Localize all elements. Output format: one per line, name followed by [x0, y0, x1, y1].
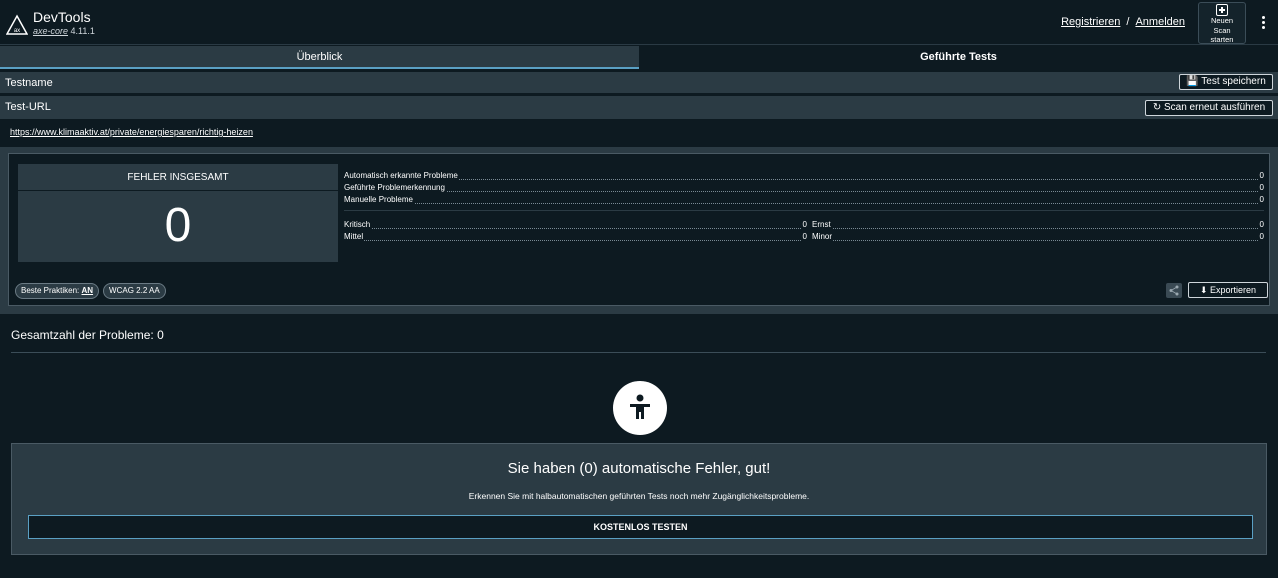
stat-value: 0	[1257, 170, 1264, 182]
filter-chips: Beste Praktiken: AN WCAG 2.2 AA	[15, 282, 170, 299]
test-name-label: Testname	[5, 77, 53, 89]
stat-row-critical-serious: Kritisch 0 Ernst 0	[344, 219, 1264, 231]
add-icon	[1216, 4, 1228, 16]
try-free-button[interactable]: KOSTENLOS TESTEN	[28, 515, 1253, 539]
axe-logo-icon: ax	[6, 14, 28, 35]
serious-value: 0	[1257, 219, 1264, 231]
save-test-label: Test speichern	[1201, 76, 1266, 87]
export-button[interactable]: ⬇ Exportieren	[1188, 282, 1268, 298]
new-scan-label-1: Neuen	[1210, 16, 1234, 25]
critical-label: Kritisch	[344, 219, 372, 231]
stat-value: 0	[1257, 182, 1264, 194]
test-url-row: Test-URL ↻ Scan erneut ausführen	[0, 96, 1278, 119]
version-number: 4.11.1	[70, 26, 95, 36]
app-title: DevTools	[33, 9, 91, 25]
more-options-icon[interactable]	[1262, 16, 1266, 30]
refresh-icon: ↻	[1152, 102, 1162, 113]
new-scan-label-3: starten	[1210, 35, 1234, 44]
tab-overview[interactable]: Überblick	[0, 46, 639, 69]
wcag-chip[interactable]: WCAG 2.2 AA	[103, 283, 166, 299]
serious-label: Ernst	[812, 219, 832, 231]
save-test-button[interactable]: 💾 Test speichern	[1179, 74, 1273, 90]
login-link[interactable]: Anmelden	[1135, 16, 1185, 28]
rescan-label: Scan erneut ausführen	[1163, 102, 1266, 113]
stat-moderate: Mittel 0	[344, 231, 807, 243]
share-icon[interactable]	[1166, 283, 1182, 298]
stat-row-moderate-minor: Mittel 0 Minor 0	[344, 231, 1264, 243]
axe-core-link[interactable]: axe-core	[33, 26, 68, 36]
stat-row-manual: Manuelle Probleme 0	[344, 194, 1264, 206]
stat-critical: Kritisch 0	[344, 219, 807, 231]
moderate-value: 0	[800, 231, 807, 243]
stat-row-guided: Geführte Problemerkennung 0	[344, 182, 1264, 194]
total-errors-box: FEHLER INSGESAMT 0	[18, 164, 338, 262]
new-scan-label-2: Scan	[1213, 25, 1231, 35]
test-url-link[interactable]: https://www.klimaaktiv.at/private/energi…	[10, 127, 253, 137]
rescan-button[interactable]: ↻ Scan erneut ausführen	[1145, 100, 1273, 116]
tab-guided-tests[interactable]: Geführte Tests	[639, 46, 1278, 69]
stat-label: Automatisch erkannte Probleme	[344, 170, 459, 182]
cta-text: Erkennen Sie mit halbautomatischen gefüh…	[468, 491, 810, 501]
export-label: Exportieren	[1210, 285, 1257, 295]
summary-panel: FEHLER INSGESAMT 0 Automatisch erkannte …	[0, 147, 1278, 314]
stat-value: 0	[1257, 194, 1264, 206]
total-errors-count: 0	[164, 199, 192, 252]
register-link[interactable]: Registrieren	[1061, 16, 1120, 28]
test-name-row: Testname 💾 Test speichern	[0, 72, 1278, 94]
total-errors-label: FEHLER INSGESAMT	[18, 164, 338, 191]
accessibility-icon	[613, 381, 667, 435]
save-icon: 💾	[1186, 76, 1199, 87]
auth-separator: /	[1126, 16, 1130, 28]
stat-row-automatic: Automatisch erkannte Probleme 0	[344, 170, 1264, 182]
tab-bar: Überblick Geführte Tests	[0, 46, 1278, 69]
issues-total-title: Gesamtzahl der Probleme: 0	[11, 328, 164, 342]
brand: DevTools axe-core 4.11.1	[33, 9, 95, 37]
cta-heading: Sie haben (0) automatische Fehler, gut!	[507, 460, 771, 477]
critical-value: 0	[800, 219, 807, 231]
stat-label: Geführte Problemerkennung	[344, 182, 446, 194]
test-url-label: Test-URL	[5, 101, 51, 113]
best-practices-label: Beste Praktiken:	[21, 286, 80, 295]
version-info: axe-core 4.11.1	[33, 25, 95, 37]
stat-minor: Minor 0	[812, 231, 1264, 243]
stat-serious: Ernst 0	[812, 219, 1264, 231]
new-scan-button[interactable]: Neuen Scan starten	[1198, 2, 1246, 44]
stat-label: Manuelle Probleme	[344, 194, 414, 206]
issue-stats: Automatisch erkannte Probleme 0 Geführte…	[344, 170, 1264, 243]
guided-tests-cta: Sie haben (0) automatische Fehler, gut! …	[11, 443, 1267, 555]
auth-links: Registrieren / Anmelden	[1061, 16, 1185, 28]
moderate-label: Mittel	[344, 231, 365, 243]
svg-text:ax: ax	[14, 28, 20, 34]
summary-card: FEHLER INSGESAMT 0 Automatisch erkannte …	[8, 153, 1270, 306]
test-url-box: https://www.klimaaktiv.at/private/energi…	[4, 122, 1274, 142]
app-header: ax DevTools axe-core 4.11.1 Registrieren…	[0, 0, 1278, 45]
best-practices-chip[interactable]: Beste Praktiken: AN	[15, 283, 100, 299]
minor-label: Minor	[812, 231, 834, 243]
best-practices-value: AN	[81, 286, 94, 295]
minor-value: 0	[1257, 231, 1264, 243]
divider	[11, 352, 1266, 353]
download-icon: ⬇	[1199, 285, 1208, 295]
